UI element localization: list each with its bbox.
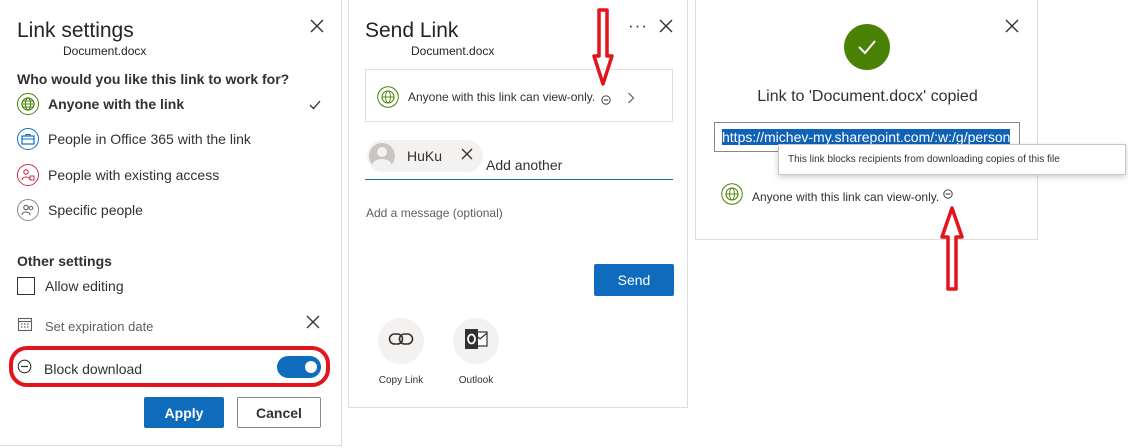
file-name: Document.docx — [411, 44, 495, 58]
close-icon[interactable] — [1005, 19, 1021, 35]
expiration-row[interactable]: Set expiration date — [17, 316, 153, 337]
more-options-icon[interactable]: ··· — [628, 16, 648, 36]
permission-text: Anyone with this link can view-only. — [408, 90, 596, 104]
option-specific-people[interactable]: Specific people — [17, 199, 143, 221]
close-icon[interactable] — [310, 19, 326, 35]
message-input[interactable]: Add a message (optional) — [366, 206, 503, 220]
outlook-icon — [464, 328, 488, 355]
success-check-icon — [844, 24, 890, 70]
close-icon[interactable] — [659, 19, 675, 35]
recipient-underline — [365, 179, 673, 180]
chevron-right-icon — [627, 91, 635, 109]
red-arrow-up — [940, 205, 964, 296]
checkmark-icon — [309, 97, 321, 115]
block-icon — [943, 186, 953, 204]
recipient-name: HuKu — [407, 148, 443, 164]
allow-editing-checkbox[interactable] — [17, 277, 35, 295]
url-text: https://michev-my.sharepoint.com/:w:/g/p… — [722, 129, 1011, 145]
option-anyone[interactable]: Anyone with the link — [17, 93, 184, 115]
briefcase-icon — [17, 128, 39, 150]
link-permission-box[interactable]: Anyone with this link can view-only. — [365, 69, 673, 122]
people-icon — [17, 199, 39, 221]
outlook-label: Outlook — [458, 375, 494, 386]
group-lock-icon — [17, 164, 39, 186]
red-highlight-oval — [9, 346, 330, 387]
red-arrow-down — [592, 8, 614, 93]
recipient-chip[interactable]: HuKu — [367, 140, 483, 172]
copy-link-button[interactable] — [378, 318, 424, 364]
globe-icon — [721, 183, 743, 210]
other-settings-heading: Other settings — [17, 253, 112, 269]
globe-icon — [377, 86, 399, 113]
remove-recipient-icon[interactable] — [461, 147, 473, 165]
option-label: People in Office 365 with the link — [48, 131, 251, 147]
allow-editing-row[interactable]: Allow editing — [17, 277, 124, 295]
option-office365[interactable]: People in Office 365 with the link — [17, 128, 251, 150]
allow-editing-label: Allow editing — [45, 278, 124, 294]
link-copied-panel: Link to 'Document.docx' copied https://m… — [695, 0, 1038, 240]
globe-icon — [17, 93, 39, 115]
copied-title: Link to 'Document.docx' copied — [757, 88, 978, 105]
option-existing-access[interactable]: People with existing access — [17, 164, 219, 186]
option-label: Specific people — [48, 202, 143, 218]
avatar — [369, 143, 395, 169]
option-label: Anyone with the link — [48, 96, 185, 112]
link-settings-panel: Link settings Document.docx Who would yo… — [0, 0, 342, 446]
permission-row: Anyone with this link can view-only. — [721, 183, 953, 210]
option-label: People with existing access — [48, 167, 220, 183]
send-button[interactable]: Send — [594, 264, 674, 296]
block-download-tooltip: This link blocks recipients from downloa… — [778, 144, 1126, 175]
outlook-button[interactable] — [453, 318, 499, 364]
panel-title: Send Link — [365, 19, 459, 42]
expiration-label: Set expiration date — [45, 319, 154, 334]
apply-button[interactable]: Apply — [144, 397, 224, 428]
send-link-panel: Send Link Document.docx ··· Anyone with … — [348, 0, 688, 408]
panel-title: Link settings — [17, 19, 134, 42]
link-icon — [388, 331, 414, 352]
permission-text: Anyone with this link can view-only. — [752, 189, 940, 204]
file-name: Document.docx — [63, 44, 147, 58]
copy-link-label: Copy Link — [378, 375, 424, 386]
cancel-button[interactable]: Cancel — [237, 397, 321, 428]
block-icon — [601, 92, 611, 110]
audience-question: Who would you like this link to work for… — [17, 71, 290, 87]
clear-expiration-icon[interactable] — [306, 315, 322, 331]
calendar-icon — [17, 316, 33, 337]
add-another-input[interactable]: Add another — [486, 157, 562, 173]
